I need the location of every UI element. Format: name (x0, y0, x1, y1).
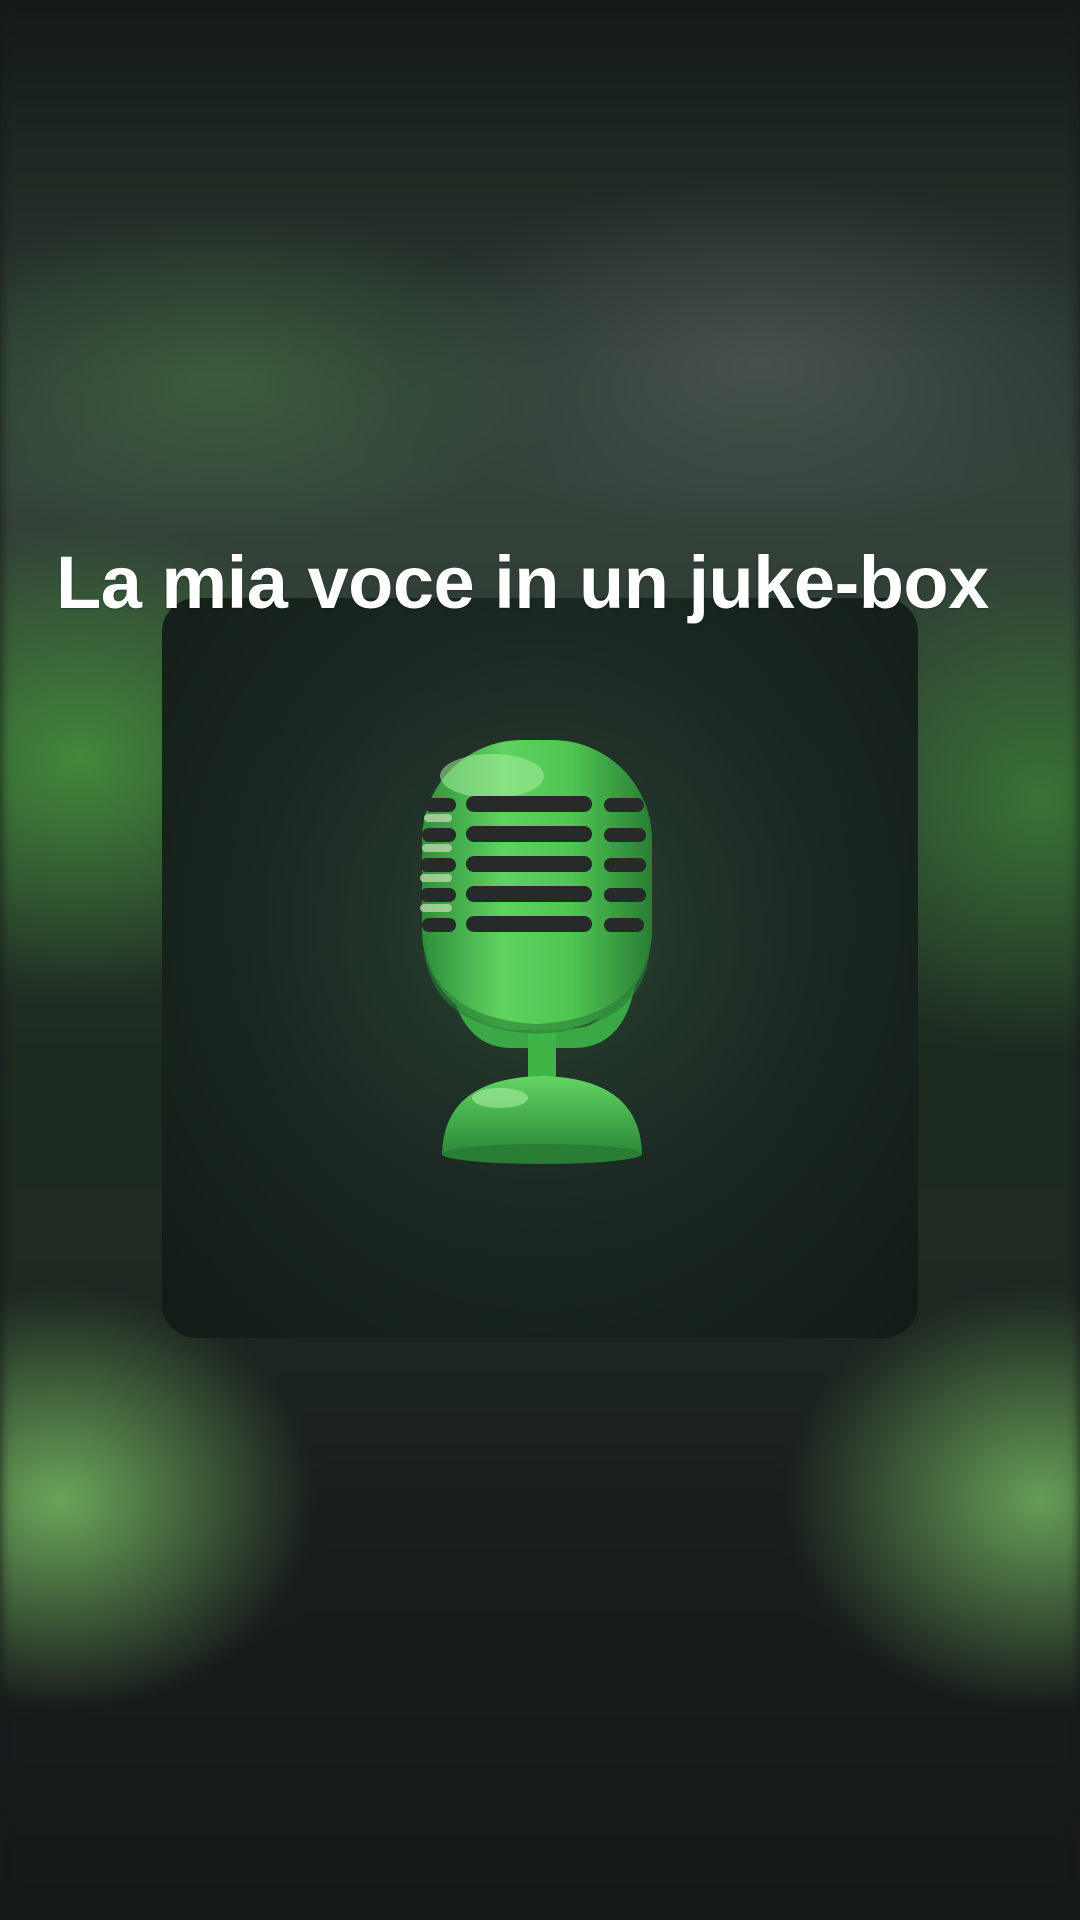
story-title: La mia voce in un juke-box (56, 541, 989, 624)
album-cover[interactable] (162, 598, 918, 1338)
story-screen: La mia voce in un juke-box (0, 0, 1080, 1920)
microphone-icon (162, 598, 918, 1338)
